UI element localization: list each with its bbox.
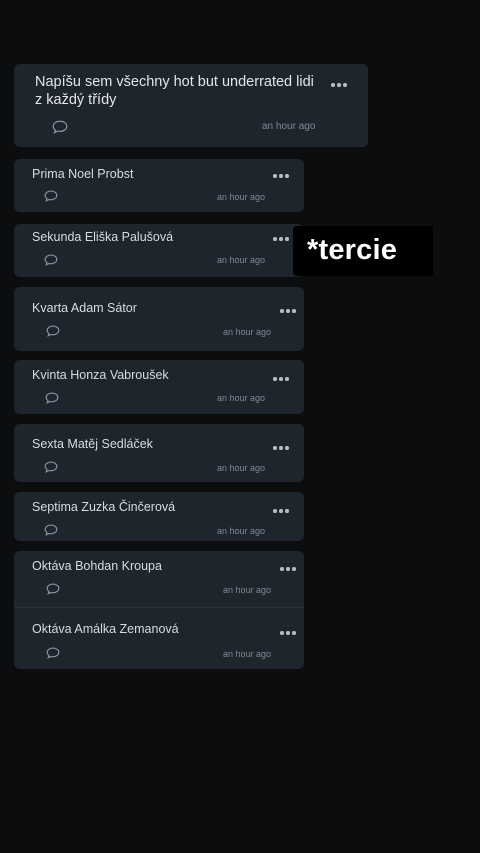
story-text-overlay: *tercie xyxy=(293,226,433,276)
reply-text: Sexta Matěj Sedláček xyxy=(32,437,153,451)
comment-bubble-icon[interactable] xyxy=(44,190,58,202)
reply-timestamp: an hour ago xyxy=(217,463,266,473)
comment-bubble-icon[interactable] xyxy=(52,120,68,134)
reply-text: Oktáva Amálka Zemanová xyxy=(32,622,179,636)
reply-card[interactable]: Septima Zuzka Činčerová an hour ago xyxy=(14,492,304,541)
reply-timestamp: an hour ago xyxy=(217,526,266,536)
reply-card[interactable]: Oktáva Amálka Zemanová an hour ago xyxy=(14,608,304,669)
reply-card[interactable]: Sekunda Eliška Palušová an hour ago xyxy=(14,224,304,277)
comment-bubble-icon[interactable] xyxy=(46,583,60,595)
comment-bubble-icon[interactable] xyxy=(44,461,58,473)
reply-card[interactable]: Oktáva Bohdan Kroupa an hour ago xyxy=(14,551,304,607)
reply-group-card: Oktáva Bohdan Kroupa an hour ago Oktáva … xyxy=(14,551,304,669)
reply-card[interactable]: Sexta Matěj Sedláček an hour ago xyxy=(14,424,304,482)
thread-timestamp: an hour ago xyxy=(262,121,316,132)
reply-text: Oktáva Bohdan Kroupa xyxy=(32,559,162,573)
reply-timestamp: an hour ago xyxy=(223,327,272,337)
more-options-icon[interactable] xyxy=(280,308,296,314)
reply-text: Kvinta Honza Vabroušek xyxy=(32,368,169,382)
reply-text: Prima Noel Probst xyxy=(32,167,134,181)
comment-bubble-icon[interactable] xyxy=(46,325,60,337)
overlay-text: *tercie xyxy=(307,234,398,266)
comment-bubble-icon[interactable] xyxy=(44,524,58,536)
reply-text: Sekunda Eliška Palušová xyxy=(32,230,174,244)
reply-timestamp: an hour ago xyxy=(217,192,266,202)
more-options-icon[interactable] xyxy=(273,376,289,382)
reply-timestamp: an hour ago xyxy=(223,649,272,659)
more-options-icon[interactable] xyxy=(331,82,347,88)
more-options-icon[interactable] xyxy=(273,445,289,451)
more-options-icon[interactable] xyxy=(273,508,289,514)
reply-card[interactable]: Kvarta Adam Sátor an hour ago xyxy=(14,287,304,351)
reply-text: Septima Zuzka Činčerová xyxy=(32,500,176,514)
more-options-icon[interactable] xyxy=(273,236,289,242)
reply-card[interactable]: Prima Noel Probst an hour ago xyxy=(14,159,304,212)
reply-card[interactable]: Kvinta Honza Vabroušek an hour ago xyxy=(14,360,304,414)
more-options-icon[interactable] xyxy=(280,630,296,636)
reply-timestamp: an hour ago xyxy=(217,255,266,265)
thread-post-card[interactable]: Napíšu sem všechny hot but underrated li… xyxy=(14,64,368,147)
comment-bubble-icon[interactable] xyxy=(46,647,60,659)
thread-title: Napíšu sem všechny hot but underrated li… xyxy=(35,74,314,108)
comment-bubble-icon[interactable] xyxy=(44,254,58,266)
comment-bubble-icon[interactable] xyxy=(45,392,59,404)
reply-timestamp: an hour ago xyxy=(223,585,272,595)
reply-text: Kvarta Adam Sátor xyxy=(32,301,137,315)
more-options-icon[interactable] xyxy=(280,566,296,572)
reply-timestamp: an hour ago xyxy=(217,393,266,403)
more-options-icon[interactable] xyxy=(273,173,289,179)
